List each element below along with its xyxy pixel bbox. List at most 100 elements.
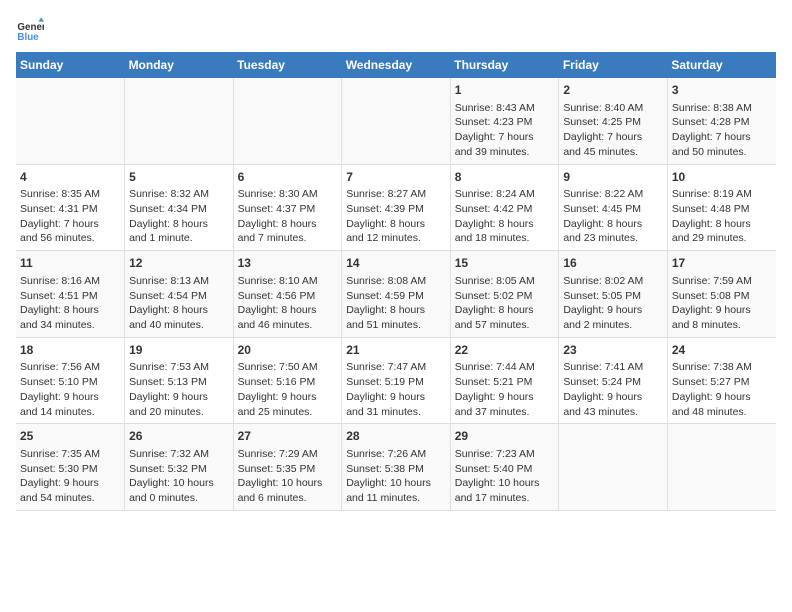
day-number: 3 [672, 82, 772, 99]
day-info-line: Sunset: 5:19 PM [346, 375, 446, 390]
day-cell: 13Sunrise: 8:10 AMSunset: 4:56 PMDayligh… [233, 251, 342, 338]
day-info-line: Sunset: 5:13 PM [129, 375, 229, 390]
day-info-line: and 20 minutes. [129, 405, 229, 420]
day-number: 18 [20, 342, 120, 359]
day-info-line: Daylight: 8 hours [455, 217, 555, 232]
day-info-line: and 29 minutes. [672, 231, 772, 246]
day-info-line: Daylight: 8 hours [129, 303, 229, 318]
day-info-line: and 57 minutes. [455, 318, 555, 333]
day-cell: 4Sunrise: 8:35 AMSunset: 4:31 PMDaylight… [16, 164, 125, 251]
day-info-line: Sunrise: 8:10 AM [238, 274, 338, 289]
day-info-line: Sunrise: 7:53 AM [129, 360, 229, 375]
day-info-line: Daylight: 9 hours [20, 390, 120, 405]
day-info-line: Sunrise: 8:38 AM [672, 101, 772, 116]
day-cell: 16Sunrise: 8:02 AMSunset: 5:05 PMDayligh… [559, 251, 668, 338]
day-info-line: Daylight: 8 hours [129, 217, 229, 232]
day-info-line: and 37 minutes. [455, 405, 555, 420]
day-number: 28 [346, 428, 446, 445]
day-info-line: Daylight: 7 hours [563, 130, 663, 145]
day-cell: 24Sunrise: 7:38 AMSunset: 5:27 PMDayligh… [667, 337, 776, 424]
day-info-line: Sunrise: 8:02 AM [563, 274, 663, 289]
day-info-line: Sunrise: 7:59 AM [672, 274, 772, 289]
day-cell [16, 78, 125, 164]
day-info-line: Sunset: 5:30 PM [20, 462, 120, 477]
day-info-line: Sunset: 4:42 PM [455, 202, 555, 217]
day-info-line: and 17 minutes. [455, 491, 555, 506]
day-cell: 25 Sunrise: 7:35 AMSunset: 5:30 PMDayligh… [16, 424, 125, 511]
day-info-line: Sunrise: 7:23 AM [455, 447, 555, 462]
day-info-line: Sunset: 4:25 PM [563, 115, 663, 130]
day-info-line: Daylight: 8 hours [346, 303, 446, 318]
header-cell-thursday: Thursday [450, 52, 559, 78]
header-cell-saturday: Saturday [667, 52, 776, 78]
day-info-line: Sunrise: 7:56 AM [20, 360, 120, 375]
day-info-line: Sunset: 4:59 PM [346, 289, 446, 304]
day-info-line: Sunrise: 8:16 AM [20, 274, 120, 289]
day-info-line: Sunrise: 7:47 AM [346, 360, 446, 375]
day-info-line: Sunrise: 8:24 AM [455, 187, 555, 202]
day-info-line: and 51 minutes. [346, 318, 446, 333]
day-info-line: Sunset: 4:45 PM [563, 202, 663, 217]
day-info-line: and 43 minutes. [563, 405, 663, 420]
day-info-line: Daylight: 9 hours [563, 303, 663, 318]
day-info-line: Sunrise: 8:22 AM [563, 187, 663, 202]
day-info-line: and 23 minutes. [563, 231, 663, 246]
day-info-line: and 2 minutes. [563, 318, 663, 333]
header-cell-friday: Friday [559, 52, 668, 78]
day-info-line: and 14 minutes. [20, 405, 120, 420]
day-info-line: Daylight: 10 hours [238, 476, 338, 491]
day-cell: 26Sunrise: 7:32 AMSunset: 5:32 PMDayligh… [125, 424, 234, 511]
day-info-line: Daylight: 8 hours [238, 217, 338, 232]
day-number: 29 [455, 428, 555, 445]
day-info-line: Sunset: 5:32 PM [129, 462, 229, 477]
day-info-line: Daylight: 9 hours [20, 476, 120, 491]
day-info-line: Sunrise: 8:19 AM [672, 187, 772, 202]
day-info-line: Daylight: 10 hours [455, 476, 555, 491]
day-cell: 21Sunrise: 7:47 AMSunset: 5:19 PMDayligh… [342, 337, 451, 424]
header-row: SundayMondayTuesdayWednesdayThursdayFrid… [16, 52, 776, 78]
day-info-line: Sunset: 4:54 PM [129, 289, 229, 304]
day-info-line: Sunset: 4:48 PM [672, 202, 772, 217]
day-number: 20 [238, 342, 338, 359]
header-cell-monday: Monday [125, 52, 234, 78]
day-cell [125, 78, 234, 164]
day-number: 24 [672, 342, 772, 359]
day-cell: 10Sunrise: 8:19 AMSunset: 4:48 PMDayligh… [667, 164, 776, 251]
day-number: 14 [346, 255, 446, 272]
day-info-line: Sunrise: 7:50 AM [238, 360, 338, 375]
day-info-line: Daylight: 9 hours [129, 390, 229, 405]
day-info-line: Sunrise: 8:27 AM [346, 187, 446, 202]
day-info-line: Daylight: 8 hours [238, 303, 338, 318]
day-info-line: and 7 minutes. [238, 231, 338, 246]
day-number: 21 [346, 342, 446, 359]
day-info-line: Sunrise: 7:35 AM [20, 447, 120, 462]
day-info-line: and 31 minutes. [346, 405, 446, 420]
day-cell: 23Sunrise: 7:41 AMSunset: 5:24 PMDayligh… [559, 337, 668, 424]
day-info-line: and 25 minutes. [238, 405, 338, 420]
week-row-5: 25Sunrise: 7:35 AMSunset: 5:30 PMDayligh… [16, 424, 776, 511]
day-info-line: and 0 minutes. [129, 491, 229, 506]
day-info-line: and 54 minutes. [20, 491, 120, 506]
day-cell: 11Sunrise: 8:16 AMSunset: 4:51 PMDayligh… [16, 251, 125, 338]
logo-icon: General Blue [16, 16, 44, 44]
day-info-line: Sunset: 5:27 PM [672, 375, 772, 390]
day-info-line: and 8 minutes. [672, 318, 772, 333]
day-cell: 17Sunrise: 7:59 AMSunset: 5:08 PMDayligh… [667, 251, 776, 338]
day-number: 16 [563, 255, 663, 272]
day-info-line: and 39 minutes. [455, 145, 555, 160]
day-info-line: Sunrise: 8:32 AM [129, 187, 229, 202]
day-number: 22 [455, 342, 555, 359]
day-info-line: and 11 minutes. [346, 491, 446, 506]
week-row-4: 18Sunrise: 7:56 AMSunset: 5:10 PMDayligh… [16, 337, 776, 424]
day-info-line: and 50 minutes. [672, 145, 772, 160]
day-number: 25 [20, 428, 120, 445]
day-info-line: and 45 minutes. [563, 145, 663, 160]
day-info-line: Sunset: 4:39 PM [346, 202, 446, 217]
day-info-line: and 48 minutes. [672, 405, 772, 420]
day-info-line: Sunset: 4:37 PM [238, 202, 338, 217]
logo: General Blue [16, 16, 48, 44]
day-cell: 14Sunrise: 8:08 AMSunset: 4:59 PMDayligh… [342, 251, 451, 338]
day-number: 10 [672, 169, 772, 186]
day-cell: 18Sunrise: 7:56 AMSunset: 5:10 PMDayligh… [16, 337, 125, 424]
week-row-2: 4Sunrise: 8:35 AMSunset: 4:31 PMDaylight… [16, 164, 776, 251]
